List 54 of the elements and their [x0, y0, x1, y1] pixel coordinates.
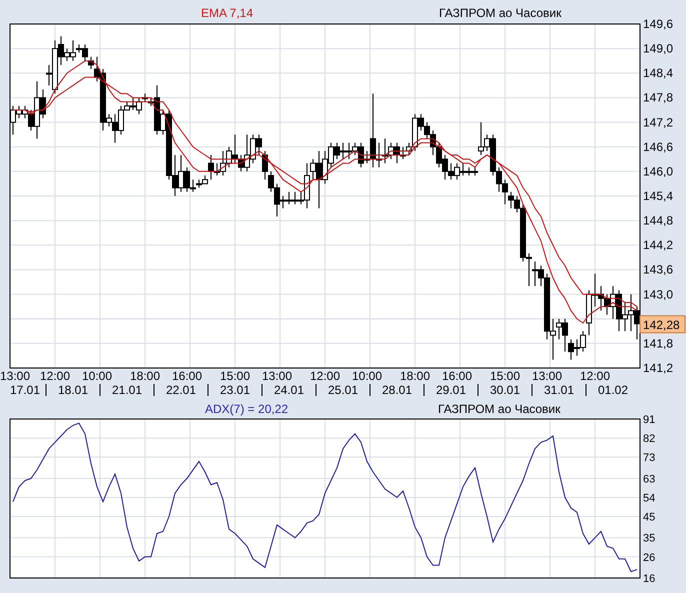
- axis-label: 18:00: [400, 369, 430, 383]
- axis-label: 145,4: [643, 189, 674, 203]
- axis-label: 16:00: [442, 369, 472, 383]
- axis-label: 18.01: [58, 383, 88, 397]
- axis-label: 16: [643, 573, 656, 585]
- axis-label: 21.01: [112, 383, 142, 397]
- instrument-name: ГАЗПРОМ ао Часовик: [438, 402, 560, 416]
- axis-label: 149,0: [643, 42, 674, 56]
- axis-label: 73: [643, 452, 656, 464]
- axis-label: 91: [643, 414, 656, 426]
- axis-label: 10:00: [82, 369, 112, 383]
- axis-label: 147,2: [643, 115, 674, 130]
- axis-label: 141,8: [643, 336, 674, 350]
- axis-label: 17.01: [10, 383, 40, 397]
- axis-label: 45: [643, 512, 656, 524]
- axis-label: 143,0: [643, 287, 674, 302]
- axis-label: 13:00: [532, 369, 562, 383]
- axis-label: 23.01: [220, 383, 250, 397]
- axis-label: 82: [643, 433, 656, 446]
- axis-label: 143,6: [643, 262, 674, 277]
- axis-label: 24.01: [274, 383, 304, 397]
- instrument-name: ГАЗПРОМ ао Часовик: [439, 6, 562, 20]
- axis-label: 144,2: [643, 238, 674, 252]
- axis-label: 147,8: [643, 90, 674, 105]
- axis-label: 30.01: [490, 383, 520, 397]
- axis-label: 22.01: [166, 383, 196, 397]
- indicator-label: ADX(7) = 20,22: [205, 402, 288, 416]
- axis-label: 25.01: [328, 383, 358, 397]
- axis-label: 12:00: [310, 369, 340, 383]
- axis-label: 12:00: [40, 369, 70, 383]
- axis-label: 148,4: [643, 66, 674, 80]
- price-tag: 142,28: [640, 315, 686, 334]
- indicator-label: EMA 7,14: [201, 6, 254, 20]
- axis-label: 01.02: [598, 383, 628, 397]
- axis-label: 144,8: [643, 214, 674, 228]
- axis-label: 35: [643, 532, 656, 545]
- axis-label: 29.01: [436, 383, 466, 397]
- axis-label: 13:00: [262, 369, 292, 383]
- axis-label: 63: [643, 473, 656, 486]
- axis-label: 16:00: [172, 369, 202, 383]
- axis-label: 26: [643, 552, 656, 564]
- axis-label: 13:00: [0, 369, 30, 383]
- axis-label: 146,6: [643, 140, 674, 154]
- axis-label: 15:00: [220, 369, 250, 383]
- axis-label: 31.01: [544, 383, 574, 397]
- axis-label: 146,0: [643, 164, 674, 178]
- axis-label: 28.01: [382, 383, 412, 397]
- axis-label: 141,2: [643, 361, 674, 375]
- axis-label: 12:00: [580, 369, 610, 383]
- axis-label: 18:00: [130, 369, 160, 383]
- axis-label: 149,6: [643, 17, 674, 31]
- axis-label: 10:00: [352, 369, 382, 383]
- axis-label: 15:00: [490, 369, 520, 383]
- axis-label: 54: [643, 492, 656, 504]
